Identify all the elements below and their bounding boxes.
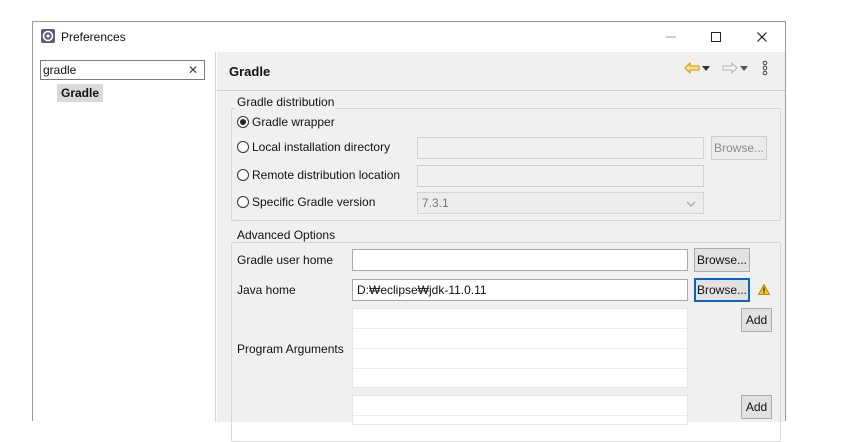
advanced-options-label: Advanced Options [235,228,338,242]
radio-button[interactable] [237,196,249,208]
jvm-arguments-list[interactable] [352,395,688,425]
list-row-divider [353,348,687,349]
gradle-version-select: 7.3.1 [417,192,704,214]
radio-button[interactable] [237,169,249,181]
java-home-label: Java home [237,283,296,297]
forward-arrow-icon [722,62,738,74]
radio-gradle-wrapper[interactable]: Gradle wrapper [237,113,335,131]
radio-label: Local installation directory [252,140,391,154]
preference-tree-pane: ✕ Gradle [33,52,216,422]
view-menu-icon [762,60,768,76]
user-home-browse-button[interactable]: Browse... [694,248,750,272]
java-home-browse-button[interactable]: Browse... [694,278,750,302]
maximize-icon [711,32,721,42]
radio-label: Remote distribution location [252,168,401,182]
java-home-input[interactable] [353,280,687,300]
gradle-user-home-label: Gradle user home [237,253,334,267]
list-row-divider [353,368,687,369]
warning-icon [758,284,770,295]
close-button[interactable] [739,22,785,52]
preference-page: Gradle Gradle distribution Gradle wrappe… [217,52,785,442]
eclipse-app-icon [41,29,55,43]
radio-button[interactable] [237,141,249,153]
close-icon [757,32,767,42]
back-dropdown[interactable] [701,60,711,76]
gradle-version-value: 7.3.1 [422,196,449,210]
radio-label: Gradle wrapper [252,115,335,129]
back-button[interactable] [683,60,701,76]
back-arrow-icon [684,62,700,74]
local-installation-field [417,137,704,159]
title-bar[interactable]: Preferences [33,22,785,52]
remote-distribution-field [417,165,704,187]
radio-label: Specific Gradle version [252,195,376,209]
forward-button[interactable] [721,60,739,76]
maximize-button[interactable] [693,22,739,52]
chevron-down-icon [686,201,696,207]
forward-dropdown[interactable] [739,60,749,76]
radio-local-installation[interactable]: Local installation directory [237,138,390,156]
program-arguments-add-button[interactable]: Add [741,308,772,332]
clear-filter-icon[interactable]: ✕ [186,62,200,78]
gradle-user-home-input[interactable] [353,250,687,270]
radio-remote-distribution[interactable]: Remote distribution location [237,166,400,184]
page-header-separator [217,90,785,91]
chevron-down-icon [702,65,710,71]
jvm-arguments-add-button[interactable]: Add [741,395,772,419]
gradle-distribution-label: Gradle distribution [235,95,337,109]
program-arguments-list[interactable] [352,308,688,388]
window-title: Preferences [61,30,126,44]
java-home-field[interactable] [352,279,688,301]
program-arguments-label: Program Arguments [237,342,344,356]
chevron-down-icon [740,65,748,71]
minimize-button[interactable] [648,22,694,52]
radio-button-checked[interactable] [237,116,249,128]
radio-specific-version[interactable]: Specific Gradle version [237,193,375,211]
minimize-icon [666,36,676,38]
tree-item-gradle[interactable]: Gradle [57,84,104,102]
preferences-window: Preferences ✕ Gradle Gradle [32,21,786,442]
view-menu-button[interactable] [760,60,770,76]
list-row-divider [353,328,687,329]
local-browse-button: Browse... [711,136,767,160]
gradle-user-home-field[interactable] [352,249,688,271]
filter-field[interactable]: ✕ [40,60,205,80]
list-row-divider [353,415,687,416]
page-title: Gradle [229,64,271,79]
filter-input[interactable] [41,62,183,78]
